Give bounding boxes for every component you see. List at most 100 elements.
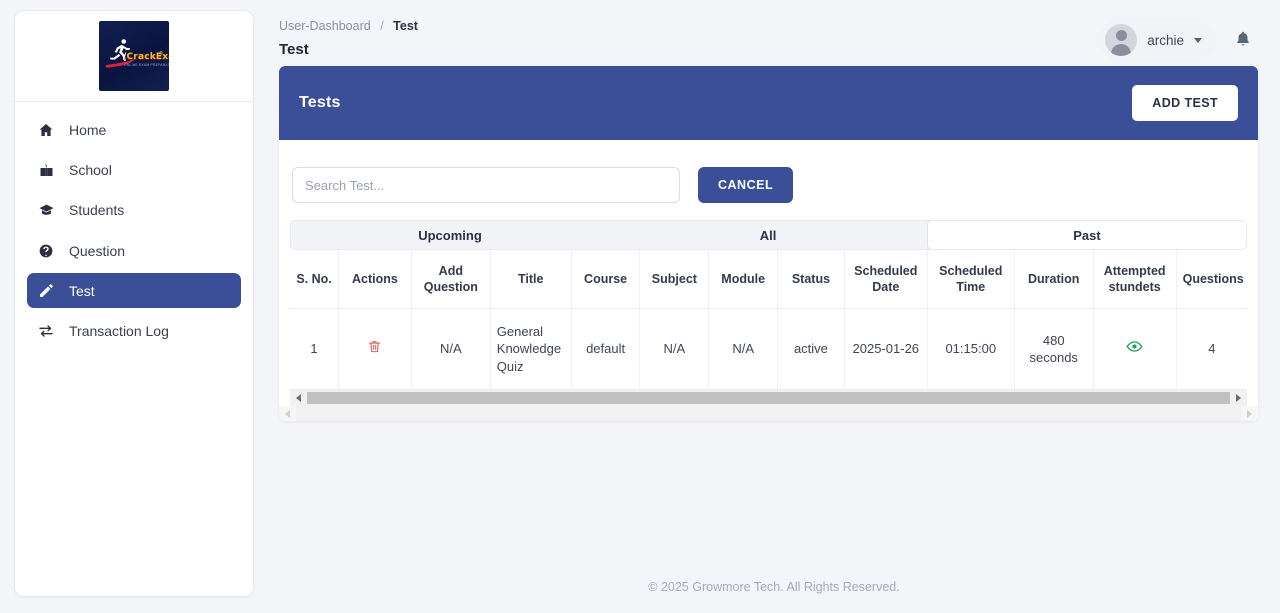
col-scheduled-date: Scheduled Date (844, 250, 928, 309)
card-horizontal-scrollbar[interactable] (279, 405, 1258, 421)
chevron-down-icon (1194, 37, 1202, 43)
page-title: Test (279, 40, 309, 58)
cell-subject: N/A (639, 308, 710, 390)
table-head: S. No. Actions Add Question Title Course… (290, 250, 1247, 309)
col-course: Course (571, 250, 641, 309)
sidebar-item-label: Question (69, 242, 126, 259)
sidebar-item-home[interactable]: Home (27, 112, 241, 147)
cell-add-question: N/A (411, 308, 491, 390)
pencil-icon (37, 283, 55, 299)
topbar: User-Dashboard / Test Test archie (268, 0, 1280, 66)
card-body: CANCEL Upcoming All Past (279, 140, 1258, 406)
cell-attempted (1093, 308, 1177, 390)
col-sno: S. No. (290, 250, 340, 309)
triangle-left-icon (285, 409, 290, 418)
card-title: Tests (299, 94, 341, 111)
footer: © 2025 Growmore Tech. All Rights Reserve… (648, 580, 900, 594)
cell-module: N/A (708, 308, 779, 390)
sidebar-item-transaction-log[interactable]: Transaction Log (27, 313, 241, 348)
col-actions: Actions (338, 250, 412, 309)
cell-actions (338, 308, 412, 390)
col-questions: Questions (1176, 250, 1247, 309)
breadcrumb: User-Dashboard / Test (279, 14, 418, 33)
col-scheduled-time: Scheduled Time (927, 250, 1015, 309)
col-add-question: Add Question (411, 250, 491, 309)
sidebar-item-label: Test (69, 282, 95, 299)
cell-title: General Knowledge Quiz (490, 308, 572, 390)
content-area: Tests ADD TEST CANCEL Upcoming All Past (268, 66, 1280, 421)
add-test-button[interactable]: ADD TEST (1132, 85, 1238, 121)
sidebar-item-label: Home (69, 121, 107, 138)
tab-all[interactable]: All (609, 221, 927, 249)
card-header: Tests ADD TEST (279, 66, 1258, 140)
sidebar-item-label: Students (69, 201, 125, 218)
tests-table-scroll: S. No. Actions Add Question Title Course… (290, 250, 1247, 406)
notification-bell-icon (1234, 30, 1252, 51)
main-area: User-Dashboard / Test Test archie Tests … (268, 0, 1280, 613)
scrollbar-thumb[interactable] (307, 392, 1230, 405)
scrollbar-track[interactable] (307, 390, 1230, 406)
sidebar-item-test[interactable]: Test (27, 273, 241, 308)
sidebar-item-question[interactable]: Question (27, 233, 241, 268)
cell-scheduled-time: 01:15:00 (927, 308, 1015, 390)
tests-card: Tests ADD TEST CANCEL Upcoming All Past (279, 66, 1258, 421)
notification-bell-button[interactable] (1228, 25, 1258, 55)
col-status: Status (777, 250, 845, 309)
tab-past[interactable]: Past (927, 221, 1246, 249)
table-row: 1 N/A General Knowledge Quiz default N/A… (290, 308, 1247, 390)
delete-test-button[interactable] (367, 339, 382, 354)
cell-course: default (571, 308, 641, 390)
outer-scroll-left-arrow[interactable] (279, 405, 296, 421)
cancel-button[interactable]: CANCEL (698, 167, 794, 203)
app-root: /CrackExam ® ONLINE EXAM PREPARATION Hom… (0, 0, 1280, 613)
brand-header: /CrackExam ® ONLINE EXAM PREPARATION (15, 11, 253, 102)
transfer-icon (37, 323, 55, 339)
outer-scrollbar-track[interactable] (296, 405, 1241, 421)
table-header-row: S. No. Actions Add Question Title Course… (290, 250, 1247, 309)
crackexam-logo: /CrackExam ® ONLINE EXAM PREPARATION (99, 21, 169, 91)
search-input[interactable] (292, 167, 680, 203)
sidebar-nav: Home School Students Question Test Trans… (15, 102, 253, 348)
sidebar: /CrackExam ® ONLINE EXAM PREPARATION Hom… (14, 10, 254, 597)
logo-subtitle: ONLINE EXAM PREPARATION (124, 63, 169, 67)
cell-status: active (777, 308, 845, 390)
col-title: Title (490, 250, 572, 309)
col-module: Module (708, 250, 779, 309)
table-body: 1 N/A General Knowledge Quiz default N/A… (290, 308, 1247, 390)
eye-icon (1126, 341, 1143, 352)
breadcrumb-current: Test (393, 19, 418, 33)
filter-tabs: Upcoming All Past (290, 220, 1247, 250)
view-attempted-students-button[interactable] (1126, 338, 1143, 355)
sidebar-item-school[interactable]: School (27, 152, 241, 187)
table-horizontal-scrollbar[interactable] (290, 389, 1247, 406)
triangle-right-icon (1236, 394, 1241, 403)
sidebar-item-students[interactable]: Students (27, 192, 241, 227)
graduation-cap-icon (37, 202, 55, 218)
search-toolbar: CANCEL (290, 140, 1247, 203)
topbar-left: User-Dashboard / Test Test (279, 14, 418, 57)
scroll-left-arrow[interactable] (290, 390, 307, 406)
sidebar-item-label: School (69, 161, 112, 178)
user-menu-button[interactable]: archie (1099, 18, 1216, 62)
cell-scheduled-date: 2025-01-26 (844, 308, 928, 390)
cell-duration: 480 seconds (1014, 308, 1094, 390)
question-circle-icon (37, 243, 55, 259)
user-name: archie (1147, 32, 1184, 48)
outer-scroll-right-arrow[interactable] (1241, 405, 1258, 421)
col-attempted: Attempted stundets (1093, 250, 1177, 309)
sidebar-item-label: Transaction Log (69, 322, 169, 339)
cell-sno: 1 (290, 308, 340, 390)
cell-questions: 4 (1176, 308, 1247, 390)
school-icon (37, 162, 55, 178)
logo-registered-mark: ® (159, 51, 163, 57)
triangle-left-icon (296, 394, 301, 403)
col-duration: Duration (1014, 250, 1094, 309)
scroll-right-arrow[interactable] (1230, 390, 1247, 406)
breadcrumb-separator: / (380, 19, 384, 33)
breadcrumb-root[interactable]: User-Dashboard (279, 19, 371, 33)
avatar (1105, 24, 1138, 56)
trash-icon (369, 341, 381, 353)
tests-table: S. No. Actions Add Question Title Course… (290, 250, 1247, 390)
tab-upcoming[interactable]: Upcoming (291, 221, 609, 249)
topbar-right: archie (1099, 14, 1258, 62)
